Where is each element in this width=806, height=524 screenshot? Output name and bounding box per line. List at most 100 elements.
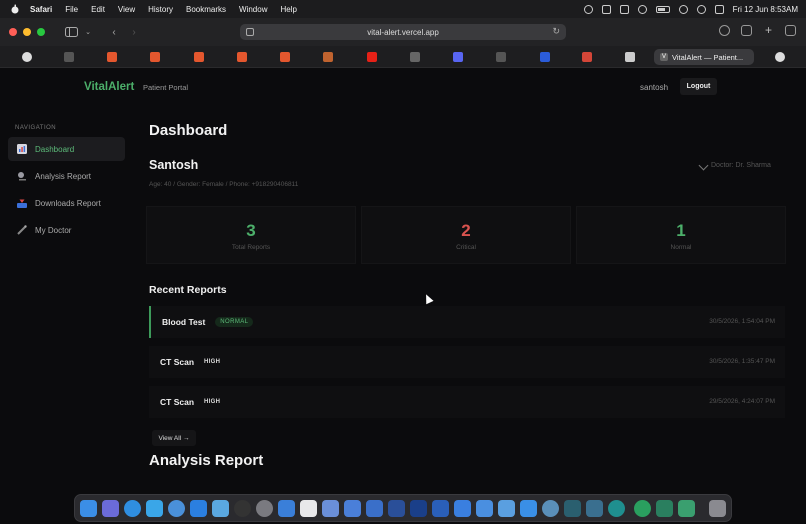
assigned-doctor[interactable]: Doctor: Dr. Sharma bbox=[698, 160, 771, 171]
messages-icon[interactable] bbox=[146, 500, 163, 517]
toolbar-actions: + bbox=[719, 24, 796, 36]
pages-icon[interactable] bbox=[498, 500, 515, 517]
brand-logo[interactable]: VitalAlert bbox=[84, 81, 134, 93]
bookmark-google-icon[interactable] bbox=[410, 52, 420, 62]
bookmark-brave-1-icon[interactable] bbox=[107, 52, 117, 62]
forward-arrow-icon[interactable]: › bbox=[127, 25, 141, 39]
finder-icon[interactable] bbox=[80, 500, 97, 517]
menubar-clock[interactable]: Fri 12 Jun 8:53AM bbox=[733, 5, 798, 14]
clock-icon[interactable] bbox=[234, 500, 251, 517]
new-tab-icon[interactable]: + bbox=[763, 24, 774, 36]
preview-icon[interactable] bbox=[586, 500, 603, 517]
wifi-icon[interactable] bbox=[637, 4, 647, 14]
menu-app-name[interactable]: Safari bbox=[30, 5, 52, 14]
report-name: Blood Test bbox=[162, 317, 206, 327]
stat-critical: 2 Critical bbox=[361, 206, 571, 264]
perplexity-icon[interactable] bbox=[608, 500, 625, 517]
sidebar-toggle-icon[interactable] bbox=[61, 25, 81, 39]
menu-window[interactable]: Window bbox=[239, 5, 267, 14]
notes-icon[interactable] bbox=[366, 500, 383, 517]
bookmark-copilot-icon[interactable] bbox=[64, 52, 74, 62]
reload-icon[interactable]: ↻ bbox=[552, 26, 560, 37]
bookmark-chatgpt-icon[interactable] bbox=[22, 52, 32, 62]
active-tab-title: VitalAlert — Patient... bbox=[672, 52, 744, 62]
facetime-icon[interactable] bbox=[278, 500, 295, 517]
zoom-window-button[interactable] bbox=[37, 28, 45, 36]
spotlight-search-icon[interactable] bbox=[678, 4, 688, 14]
terminal-icon[interactable] bbox=[564, 500, 581, 517]
chrome-icon[interactable] bbox=[168, 500, 185, 517]
back-arrow-icon[interactable]: ‹ bbox=[107, 25, 121, 39]
sidebar-item-analysis-report[interactable]: Analysis Report bbox=[8, 164, 125, 188]
bookmark-chat-icon[interactable] bbox=[625, 52, 635, 62]
battery-icon[interactable] bbox=[655, 5, 670, 13]
sidebar-item-my-doctor[interactable]: My Doctor bbox=[8, 218, 125, 242]
bookmark-code-icon[interactable] bbox=[323, 52, 333, 62]
share-icon[interactable] bbox=[741, 25, 752, 36]
mail-icon[interactable] bbox=[190, 500, 207, 517]
apple-tv-icon[interactable] bbox=[410, 500, 427, 517]
tab-overview-icon[interactable] bbox=[785, 25, 796, 36]
address-bar[interactable]: vital-alert.vercel.app ↻ bbox=[240, 24, 566, 40]
siri-icon[interactable] bbox=[696, 4, 706, 14]
browser-toolbar: ⌄ ‹ › vital-alert.vercel.app ↻ + bbox=[0, 18, 806, 46]
music-icon[interactable] bbox=[432, 500, 449, 517]
bookmark-shield-icon[interactable] bbox=[453, 52, 463, 62]
minimize-window-button[interactable] bbox=[23, 28, 31, 36]
stat-normal: 1 Normal bbox=[576, 206, 786, 264]
app-store-icon[interactable] bbox=[520, 500, 537, 517]
keynote-icon[interactable] bbox=[454, 500, 471, 517]
site-settings-icon[interactable] bbox=[246, 28, 254, 36]
analysis-report-heading: Analysis Report bbox=[149, 452, 264, 469]
github-icon[interactable] bbox=[775, 52, 785, 62]
dock-area bbox=[0, 490, 806, 524]
report-row[interactable]: CT Scan HIGH 30/5/2026, 1:35:47 PM bbox=[149, 346, 785, 378]
safari-icon[interactable] bbox=[124, 500, 141, 517]
launchpad-icon[interactable] bbox=[102, 500, 119, 517]
menu-history[interactable]: History bbox=[148, 5, 173, 14]
bookmark-brave-3-icon[interactable] bbox=[194, 52, 204, 62]
bookmark-brave-2-icon[interactable] bbox=[150, 52, 160, 62]
bookmark-gmail-icon[interactable] bbox=[582, 52, 592, 62]
cube-app-icon[interactable] bbox=[656, 500, 673, 517]
layers-icon[interactable] bbox=[619, 4, 629, 14]
menu-bookmarks[interactable]: Bookmarks bbox=[186, 5, 226, 14]
logout-button[interactable]: Logout bbox=[680, 78, 717, 95]
menu-help[interactable]: Help bbox=[280, 5, 296, 14]
bookmark-grid-icon[interactable] bbox=[496, 52, 506, 62]
downloads-icon[interactable] bbox=[719, 25, 730, 36]
chevron-down-icon[interactable]: ⌄ bbox=[81, 25, 95, 39]
bookmark-youtube-icon[interactable] bbox=[367, 52, 377, 62]
active-browser-tab[interactable]: V VitalAlert — Patient... bbox=[654, 49, 754, 65]
page-title: Dashboard bbox=[149, 122, 228, 139]
report-row[interactable]: CT Scan HIGH 29/5/2026, 4:24:07 PM bbox=[149, 386, 785, 418]
trash-icon[interactable] bbox=[709, 500, 726, 517]
bookmark-brave-4-icon[interactable] bbox=[237, 52, 247, 62]
notes-app-icon[interactable] bbox=[678, 500, 695, 517]
close-window-button[interactable] bbox=[9, 28, 17, 36]
menu-edit[interactable]: Edit bbox=[91, 5, 105, 14]
view-all-button[interactable]: View All → bbox=[152, 430, 196, 446]
freeform-icon[interactable] bbox=[388, 500, 405, 517]
menu-view[interactable]: View bbox=[118, 5, 135, 14]
bookmark-brave-5-icon[interactable] bbox=[280, 52, 290, 62]
brightness-icon[interactable] bbox=[583, 4, 593, 14]
control-center-icon[interactable] bbox=[714, 4, 724, 14]
report-row[interactable]: Blood Test NORMAL 30/5/2026, 1:54:04 PM bbox=[149, 306, 785, 338]
apple-logo-icon[interactable] bbox=[10, 4, 20, 14]
whatsapp-icon[interactable] bbox=[634, 500, 651, 517]
calendar-icon[interactable] bbox=[601, 4, 611, 14]
bookmark-perplexity-icon[interactable] bbox=[540, 52, 550, 62]
calendar-icon[interactable] bbox=[300, 500, 317, 517]
maps-icon[interactable] bbox=[212, 500, 229, 517]
sidebar-item-dashboard[interactable]: Dashboard bbox=[8, 137, 125, 161]
stethoscope-icon bbox=[17, 225, 27, 235]
stat-value: 3 bbox=[246, 221, 256, 240]
contacts-icon[interactable] bbox=[322, 500, 339, 517]
sidebar-item-downloads-report[interactable]: Downloads Report bbox=[8, 191, 125, 215]
network-icon[interactable] bbox=[542, 500, 559, 517]
menu-file[interactable]: File bbox=[65, 5, 78, 14]
reminders-icon[interactable] bbox=[344, 500, 361, 517]
numbers-icon[interactable] bbox=[476, 500, 493, 517]
settings-icon[interactable] bbox=[256, 500, 273, 517]
